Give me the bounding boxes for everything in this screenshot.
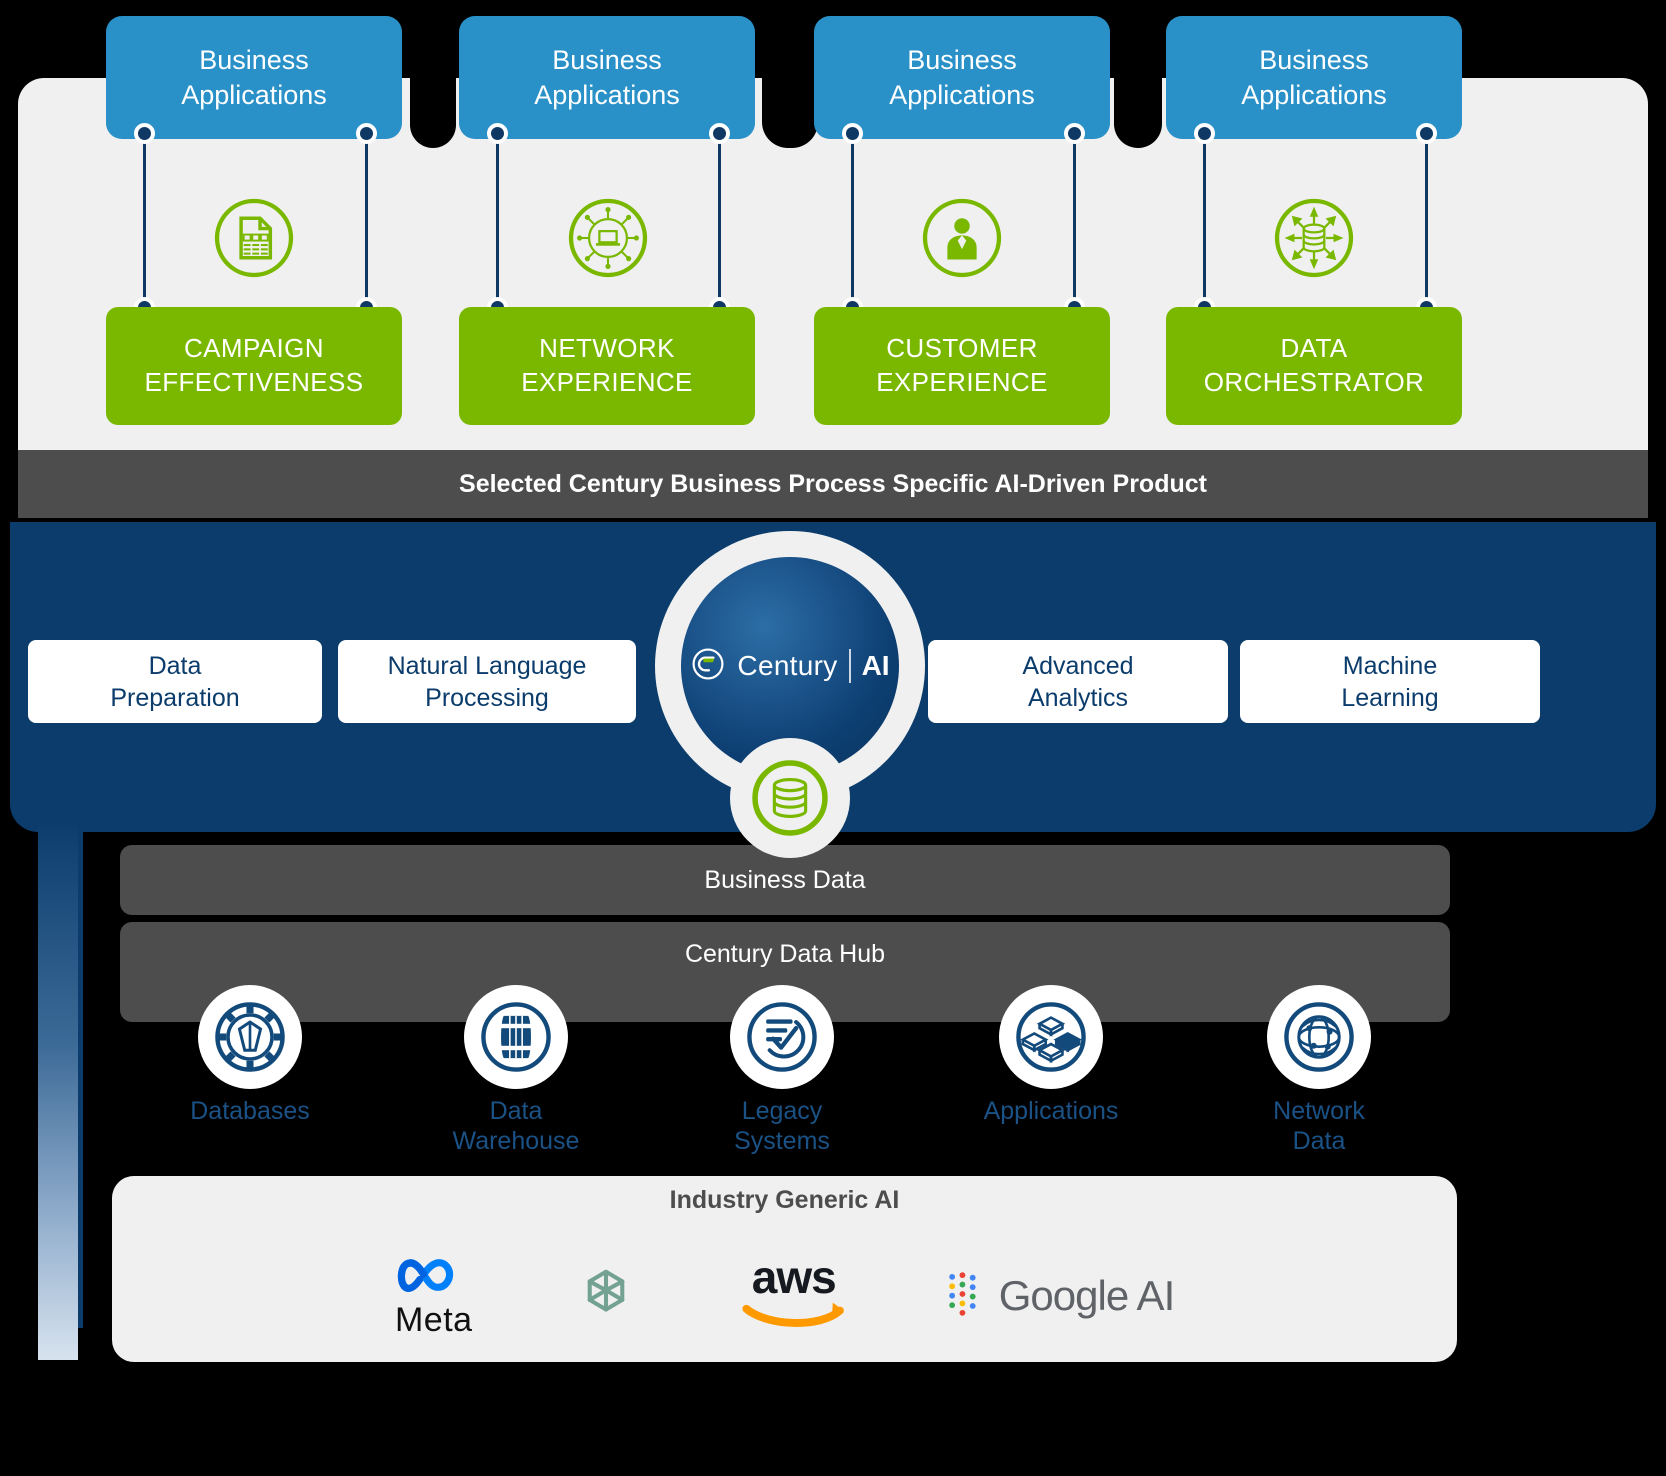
capability-label-ml-line2: Learning	[1341, 683, 1439, 712]
business-applications-label-4: Business Applications	[1241, 44, 1387, 110]
data-source-label-network-data: Network Data	[1273, 1097, 1365, 1155]
diagram-canvas: Business Applications Business Applicati…	[0, 0, 1666, 1476]
product-label-network-line2: EXPERIENCE	[521, 367, 693, 397]
product-card-campaign-effectiveness[interactable]: CAMPAIGN EFFECTIVENESS	[106, 307, 402, 425]
business-applications-card-3[interactable]: Business Applications	[814, 16, 1110, 139]
capability-card-data-preparation[interactable]: Data Preparation	[28, 640, 322, 723]
connector-dot-1a-top	[134, 123, 155, 144]
product-label-campaign-line1: CAMPAIGN	[184, 333, 324, 364]
connector-line-4a	[1203, 133, 1206, 308]
century-ai-brand: Century AI	[690, 646, 890, 687]
product-label-network-line1: NETWORK	[539, 333, 675, 364]
data-source-legacy-systems[interactable]: Legacy Systems	[707, 985, 857, 1156]
product-label-customer-line1: CUSTOMER	[886, 333, 1038, 364]
left-gradient-rail	[38, 820, 78, 1360]
vendor-google-ai-label: Google AI	[998, 1272, 1175, 1319]
network-laptop-icon	[565, 195, 651, 281]
business-applications-label-3: Business Applications	[889, 44, 1035, 110]
capability-card-nlp[interactable]: Natural Language Processing	[338, 640, 636, 723]
business-applications-label-1: Business Applications	[181, 44, 327, 110]
capability-label-analytics-line2: Analytics	[1027, 683, 1129, 712]
data-source-label-legacy-systems: Legacy Systems	[734, 1097, 830, 1155]
product-label-orchestrator-line1: DATA	[1280, 333, 1348, 364]
connector-dot-2a-top	[487, 123, 508, 144]
capability-label-data-prep-line2: Preparation	[110, 683, 240, 712]
vendor-meta[interactable]: Meta	[395, 1252, 473, 1340]
connector-dot-2b-top	[709, 123, 730, 144]
connector-line-4b	[1425, 133, 1428, 308]
data-source-network-data[interactable]: Network Data	[1244, 985, 1394, 1156]
business-data-label: Business Data	[704, 865, 866, 894]
data-source-label-applications: Applications	[983, 1097, 1119, 1125]
capability-label-nlp-line2: Processing	[425, 683, 549, 712]
business-applications-card-2[interactable]: Business Applications	[459, 16, 755, 139]
data-source-label-databases: Databases	[190, 1097, 310, 1125]
vendor-aws[interactable]: aws	[739, 1250, 849, 1335]
google-dots-icon	[945, 1270, 985, 1323]
data-source-label-data-warehouse: Data Warehouse	[452, 1097, 580, 1155]
product-card-customer-experience[interactable]: CUSTOMER EXPERIENCE	[814, 307, 1110, 425]
data-warehouse-barrel-icon	[464, 985, 568, 1089]
document-checklist-icon	[211, 195, 297, 281]
selected-product-banner: Selected Century Business Process Specif…	[18, 450, 1648, 518]
data-source-data-warehouse[interactable]: Data Warehouse	[441, 985, 591, 1156]
panel-notch-3	[1114, 78, 1162, 148]
brand-divider	[848, 649, 851, 683]
capability-label-nlp-line1: Natural Language	[387, 651, 587, 680]
openai-knot-icon	[569, 1257, 643, 1336]
connector-line-1b	[365, 133, 368, 308]
century-brand-suffix: AI	[861, 650, 890, 681]
vendor-openai[interactable]	[569, 1257, 643, 1336]
product-card-data-orchestrator[interactable]: DATA ORCHESTRATOR	[1166, 307, 1462, 425]
meta-infinity-icon	[395, 1252, 473, 1303]
connector-line-1a	[143, 133, 146, 308]
century-brand-name: Century	[737, 650, 838, 681]
product-label-campaign-line2: EFFECTIVENESS	[144, 367, 364, 397]
connector-line-2b	[718, 133, 721, 308]
databases-gear-icon	[198, 985, 302, 1089]
product-label-customer-line2: EXPERIENCE	[876, 367, 1048, 397]
data-orchestration-icon	[1271, 195, 1357, 281]
capability-label-ml-line1: Machine	[1342, 651, 1438, 680]
capability-label-analytics-line1: Advanced	[1022, 651, 1134, 680]
business-applications-label-2: Business Applications	[534, 44, 680, 110]
panel-notch-2	[762, 78, 818, 148]
connector-dot-3b-top	[1064, 123, 1085, 144]
selected-product-banner-text: Selected Century Business Process Specif…	[459, 469, 1207, 498]
business-applications-card-4[interactable]: Business Applications	[1166, 16, 1462, 139]
business-data-puck	[730, 738, 850, 858]
left-rail-edge	[78, 820, 83, 1328]
panel-notch-1	[410, 78, 456, 148]
connector-line-3a	[851, 133, 854, 308]
product-label-orchestrator-line2: ORCHESTRATOR	[1203, 367, 1425, 397]
connector-dot-4b-top	[1416, 123, 1437, 144]
vendor-meta-label: Meta	[394, 1301, 473, 1339]
network-data-globe-icon	[1267, 985, 1371, 1089]
connector-dot-4a-top	[1194, 123, 1215, 144]
industry-generic-ai-title: Industry Generic AI	[669, 1186, 900, 1214]
vendor-google-ai[interactable]: Google AI	[945, 1270, 1175, 1323]
capability-card-machine-learning[interactable]: Machine Learning	[1240, 640, 1540, 723]
vendor-aws-label: aws	[751, 1250, 837, 1303]
data-source-applications[interactable]: Applications	[976, 985, 1126, 1127]
data-source-databases[interactable]: Databases	[175, 985, 325, 1127]
capability-label-data-prep-line1: Data	[148, 651, 202, 680]
legacy-systems-checklist-icon	[730, 985, 834, 1089]
capability-card-advanced-analytics[interactable]: Advanced Analytics	[928, 640, 1228, 723]
connector-dot-1b-top	[356, 123, 377, 144]
connector-dot-3a-top	[842, 123, 863, 144]
applications-blocks-icon	[999, 985, 1103, 1089]
century-logo-mark-icon	[690, 646, 726, 687]
user-person-icon	[919, 195, 1005, 281]
business-applications-card-1[interactable]: Business Applications	[106, 16, 402, 139]
product-card-network-experience[interactable]: NETWORK EXPERIENCE	[459, 307, 755, 425]
vendor-logo-row: Meta aws Google AI	[112, 1236, 1457, 1356]
century-data-hub-label: Century Data Hub	[684, 940, 886, 968]
connector-line-3b	[1073, 133, 1076, 308]
connector-line-2a	[496, 133, 499, 308]
aws-smile-icon	[739, 1300, 849, 1335]
